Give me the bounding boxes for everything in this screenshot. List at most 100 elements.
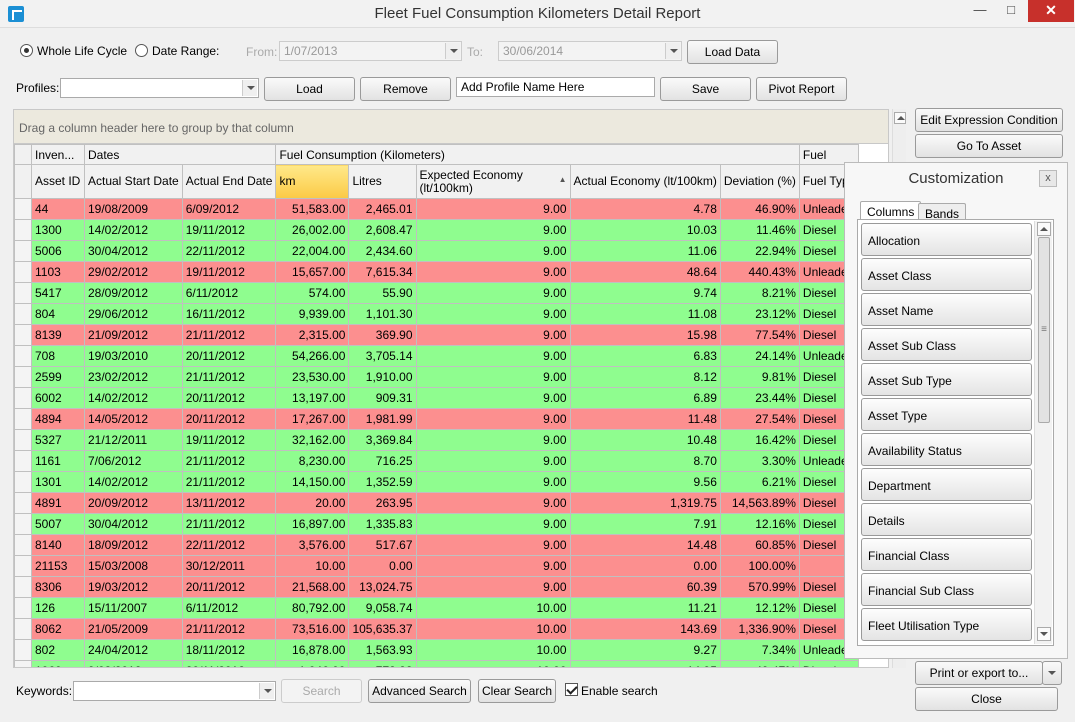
cell-km[interactable]: 51,583.00 <box>275 198 350 220</box>
cell-km[interactable]: 10.00 <box>275 555 350 577</box>
cell-start-date[interactable]: 14/02/2012 <box>84 387 183 409</box>
cell-asset-id[interactable]: 1161 <box>31 450 85 472</box>
cell-litres[interactable]: 3,705.14 <box>348 345 417 367</box>
row-selector[interactable] <box>14 597 32 619</box>
row-selector[interactable] <box>14 534 32 556</box>
cell-litres[interactable]: 1,910.00 <box>348 366 417 388</box>
cell-asset-id[interactable]: 4891 <box>31 492 85 514</box>
search-button[interactable]: Search <box>281 679 362 703</box>
cell-end-date[interactable]: 18/11/2012 <box>181 639 277 661</box>
cell-start-date[interactable]: 14/02/2012 <box>84 219 183 241</box>
band-header[interactable]: Inven... <box>31 144 85 165</box>
cell-expected-economy[interactable]: 10.00 <box>415 618 571 640</box>
column-chooser-item[interactable]: Financial Class <box>861 538 1032 571</box>
profile-name-input[interactable]: Add Profile Name Here <box>456 77 655 97</box>
cell-litres[interactable]: 1,563.93 <box>348 639 417 661</box>
table-row[interactable]: 708 19/03/2010 20/11/2012 54,266.00 3,705.14… <box>14 345 860 367</box>
cell-asset-id[interactable]: 8139 <box>31 324 85 346</box>
cell-litres[interactable]: 517.67 <box>348 534 417 556</box>
cell-asset-id[interactable]: 5006 <box>31 240 85 262</box>
cell-asset-id[interactable]: 5327 <box>31 429 85 451</box>
row-selector[interactable] <box>14 576 32 598</box>
cell-expected-economy[interactable]: 9.00 <box>415 303 571 325</box>
cell-start-date[interactable]: 29/06/2012 <box>84 303 183 325</box>
column-chooser-item[interactable]: Department <box>861 468 1032 501</box>
column-chooser-item[interactable]: Asset Name <box>861 293 1032 326</box>
cell-end-date[interactable]: 19/11/2012 <box>181 261 277 283</box>
cell-expected-economy[interactable]: 9.00 <box>415 198 571 220</box>
table-row[interactable]: 5006 30/04/2012 22/11/2012 22,004.00 2,434.6… <box>14 240 860 262</box>
cell-km[interactable]: 20.00 <box>275 492 350 514</box>
cell-asset-id[interactable]: 2599 <box>31 366 85 388</box>
cell-deviation[interactable]: 16.42% <box>719 429 800 451</box>
column-header[interactable]: Asset ID <box>31 164 85 199</box>
row-selector[interactable] <box>14 387 32 409</box>
cell-deviation[interactable]: 7.34% <box>719 639 800 661</box>
cell-expected-economy[interactable]: 9.00 <box>415 324 571 346</box>
pivot-report-button[interactable]: Pivot Report <box>756 77 847 101</box>
cell-deviation[interactable]: 12.12% <box>719 597 800 619</box>
table-row[interactable]: 5327 21/12/2011 19/11/2012 32,162.00 3,369.8… <box>14 429 860 451</box>
cell-actual-economy[interactable]: 143.69 <box>569 618 721 640</box>
cell-litres[interactable]: 0.00 <box>348 555 417 577</box>
table-row[interactable]: 2599 23/02/2012 21/11/2012 23,530.00 1,910.0… <box>14 366 860 388</box>
scroll-down-icon[interactable] <box>1037 627 1051 641</box>
cell-deviation[interactable]: 11.46% <box>719 219 800 241</box>
cell-km[interactable]: 574.00 <box>275 282 350 304</box>
table-row[interactable]: 4891 20/09/2012 13/11/2012 20.00 263.95 9.00 1… <box>14 492 860 514</box>
cell-asset-id[interactable]: 8306 <box>31 576 85 598</box>
cell-km[interactable]: 32,162.00 <box>275 429 350 451</box>
cell-actual-economy[interactable]: 9.27 <box>569 639 721 661</box>
columns-scrollbar[interactable]: ≡ <box>1034 221 1052 644</box>
table-row[interactable]: 5417 28/09/2012 6/11/2012 574.00 55.90 9.00 9.… <box>14 282 860 304</box>
row-selector[interactable] <box>14 660 32 667</box>
load-profile-button[interactable]: Load <box>264 77 355 101</box>
row-selector[interactable] <box>14 303 32 325</box>
cell-expected-economy[interactable]: 9.00 <box>415 345 571 367</box>
cell-litres[interactable]: 2,608.47 <box>348 219 417 241</box>
table-row[interactable]: 804 29/06/2012 16/11/2012 9,939.00 1,101.30 9… <box>14 303 860 325</box>
cell-km[interactable]: 13,197.00 <box>275 387 350 409</box>
load-data-button[interactable]: Load Data <box>687 40 778 64</box>
column-header[interactable]: Actual Start Date <box>84 164 183 199</box>
whole-life-cycle-radio[interactable] <box>20 44 33 57</box>
cell-asset-id[interactable]: 6002 <box>31 387 85 409</box>
cell-start-date[interactable]: 15/11/2007 <box>84 597 183 619</box>
column-header[interactable]: Deviation (%) <box>719 164 800 199</box>
cell-end-date[interactable]: 21/11/2012 <box>181 471 277 493</box>
cell-asset-id[interactable]: 1300 <box>31 219 85 241</box>
cell-end-date[interactable]: 20/11/2012 <box>181 408 277 430</box>
column-header[interactable]: Actual End Date <box>181 164 277 199</box>
scroll-up-icon[interactable] <box>894 112 906 124</box>
cell-end-date[interactable]: 21/11/2012 <box>181 513 277 535</box>
advanced-search-button[interactable]: Advanced Search <box>368 679 471 703</box>
row-selector[interactable] <box>14 282 32 304</box>
cell-actual-economy[interactable]: 15.98 <box>569 324 721 346</box>
cell-km[interactable]: 21,568.00 <box>275 576 350 598</box>
cell-actual-economy[interactable]: 8.70 <box>569 450 721 472</box>
cell-actual-economy[interactable]: 11.48 <box>569 408 721 430</box>
edit-expression-condition-button[interactable]: Edit Expression Condition <box>915 108 1063 132</box>
column-chooser-item[interactable]: Details <box>861 503 1032 536</box>
cell-expected-economy[interactable]: 10.00 <box>415 597 571 619</box>
cell-km[interactable]: 3,576.00 <box>275 534 350 556</box>
cell-litres[interactable]: 9,058.74 <box>348 597 417 619</box>
cell-start-date[interactable]: 7/06/2012 <box>84 450 183 472</box>
table-row[interactable]: 1161 7/06/2012 21/11/2012 8,230.00 716.25 9.0… <box>14 450 860 472</box>
cell-actual-economy[interactable]: 11.21 <box>569 597 721 619</box>
group-by-area[interactable]: Drag a column header here to group by th… <box>14 110 888 144</box>
cell-expected-economy[interactable]: 9.00 <box>415 261 571 283</box>
print-export-button[interactable]: Print or export to... <box>915 661 1043 685</box>
cell-km[interactable]: 8,230.00 <box>275 450 350 472</box>
cell-litres[interactable]: 716.25 <box>348 450 417 472</box>
cell-deviation[interactable]: 14,563.89% <box>719 492 800 514</box>
cell-expected-economy[interactable]: 9.00 <box>415 576 571 598</box>
cell-start-date[interactable]: 14/02/2012 <box>84 471 183 493</box>
cell-asset-id[interactable]: 8062 <box>31 618 85 640</box>
cell-deviation[interactable]: 1,336.90% <box>719 618 800 640</box>
cell-expected-economy[interactable]: 9.00 <box>415 429 571 451</box>
date-range-radio[interactable] <box>135 44 148 57</box>
cell-asset-id[interactable]: 126 <box>31 597 85 619</box>
cell-start-date[interactable]: 19/03/2012 <box>84 576 183 598</box>
cell-km[interactable]: 23,530.00 <box>275 366 350 388</box>
